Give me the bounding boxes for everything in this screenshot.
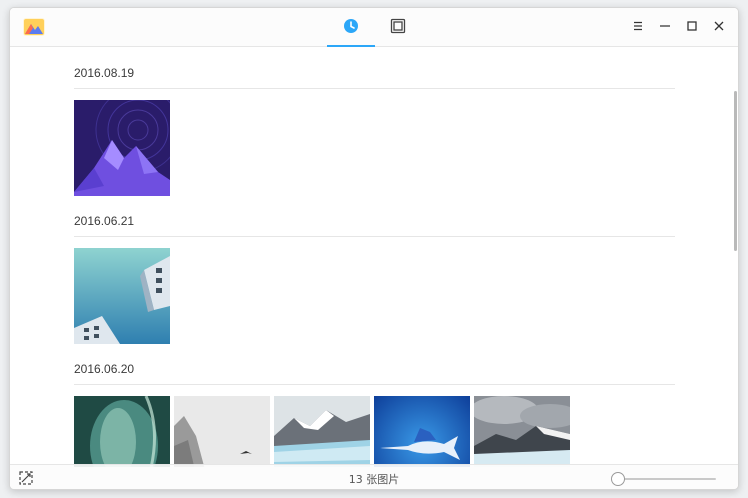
tab-albums[interactable]	[374, 8, 422, 47]
close-icon	[713, 20, 725, 35]
menu-button[interactable]	[624, 8, 652, 47]
green-abstract-glass-image	[74, 396, 170, 467]
deepin-album-icon	[23, 17, 45, 37]
menu-icon	[632, 20, 644, 35]
close-button[interactable]	[705, 8, 733, 47]
zoom-slider-handle[interactable]	[611, 472, 625, 486]
glacier-mountains-image	[274, 396, 370, 467]
misty-cliff-bird-image	[174, 396, 270, 467]
purple-mountain-star-trails-image	[74, 100, 170, 196]
statusbar: 13 张图片	[10, 464, 738, 489]
photo-thumbnail[interactable]	[474, 396, 570, 467]
maximize-icon	[686, 20, 698, 35]
divider	[74, 236, 675, 237]
album-window: 2016.08.19 2016.06.21 2016.06.20 13 张图片	[9, 7, 739, 490]
photo-thumbnail[interactable]	[374, 396, 470, 467]
clock-icon	[343, 18, 359, 37]
scrollbar[interactable]	[734, 91, 737, 251]
photo-thumbnail[interactable]	[74, 248, 170, 344]
photo-thumbnail[interactable]	[74, 396, 170, 467]
date-label: 2016.06.21	[74, 214, 135, 228]
zoom-slider-track	[620, 478, 716, 480]
timeline-view[interactable]: 2016.08.19 2016.06.21 2016.06.20	[10, 47, 738, 467]
titlebar	[10, 8, 738, 47]
photo-thumbnail[interactable]	[274, 396, 370, 467]
zoom-slider[interactable]	[610, 471, 720, 487]
date-label: 2016.08.19	[74, 66, 135, 80]
divider	[74, 384, 675, 385]
maximize-button[interactable]	[678, 8, 706, 47]
minimize-button[interactable]	[651, 8, 679, 47]
cloudy-glacier-image	[474, 396, 570, 467]
photo-thumbnail[interactable]	[174, 396, 270, 467]
album-icon	[390, 18, 406, 37]
date-label: 2016.06.20	[74, 362, 135, 376]
photo-thumbnail[interactable]	[74, 100, 170, 196]
building-against-blue-sky-image	[74, 248, 170, 344]
blue-sailfish-image	[374, 396, 470, 467]
divider	[74, 88, 675, 89]
minimize-icon	[659, 20, 671, 35]
tab-timeline[interactable]	[327, 8, 375, 47]
